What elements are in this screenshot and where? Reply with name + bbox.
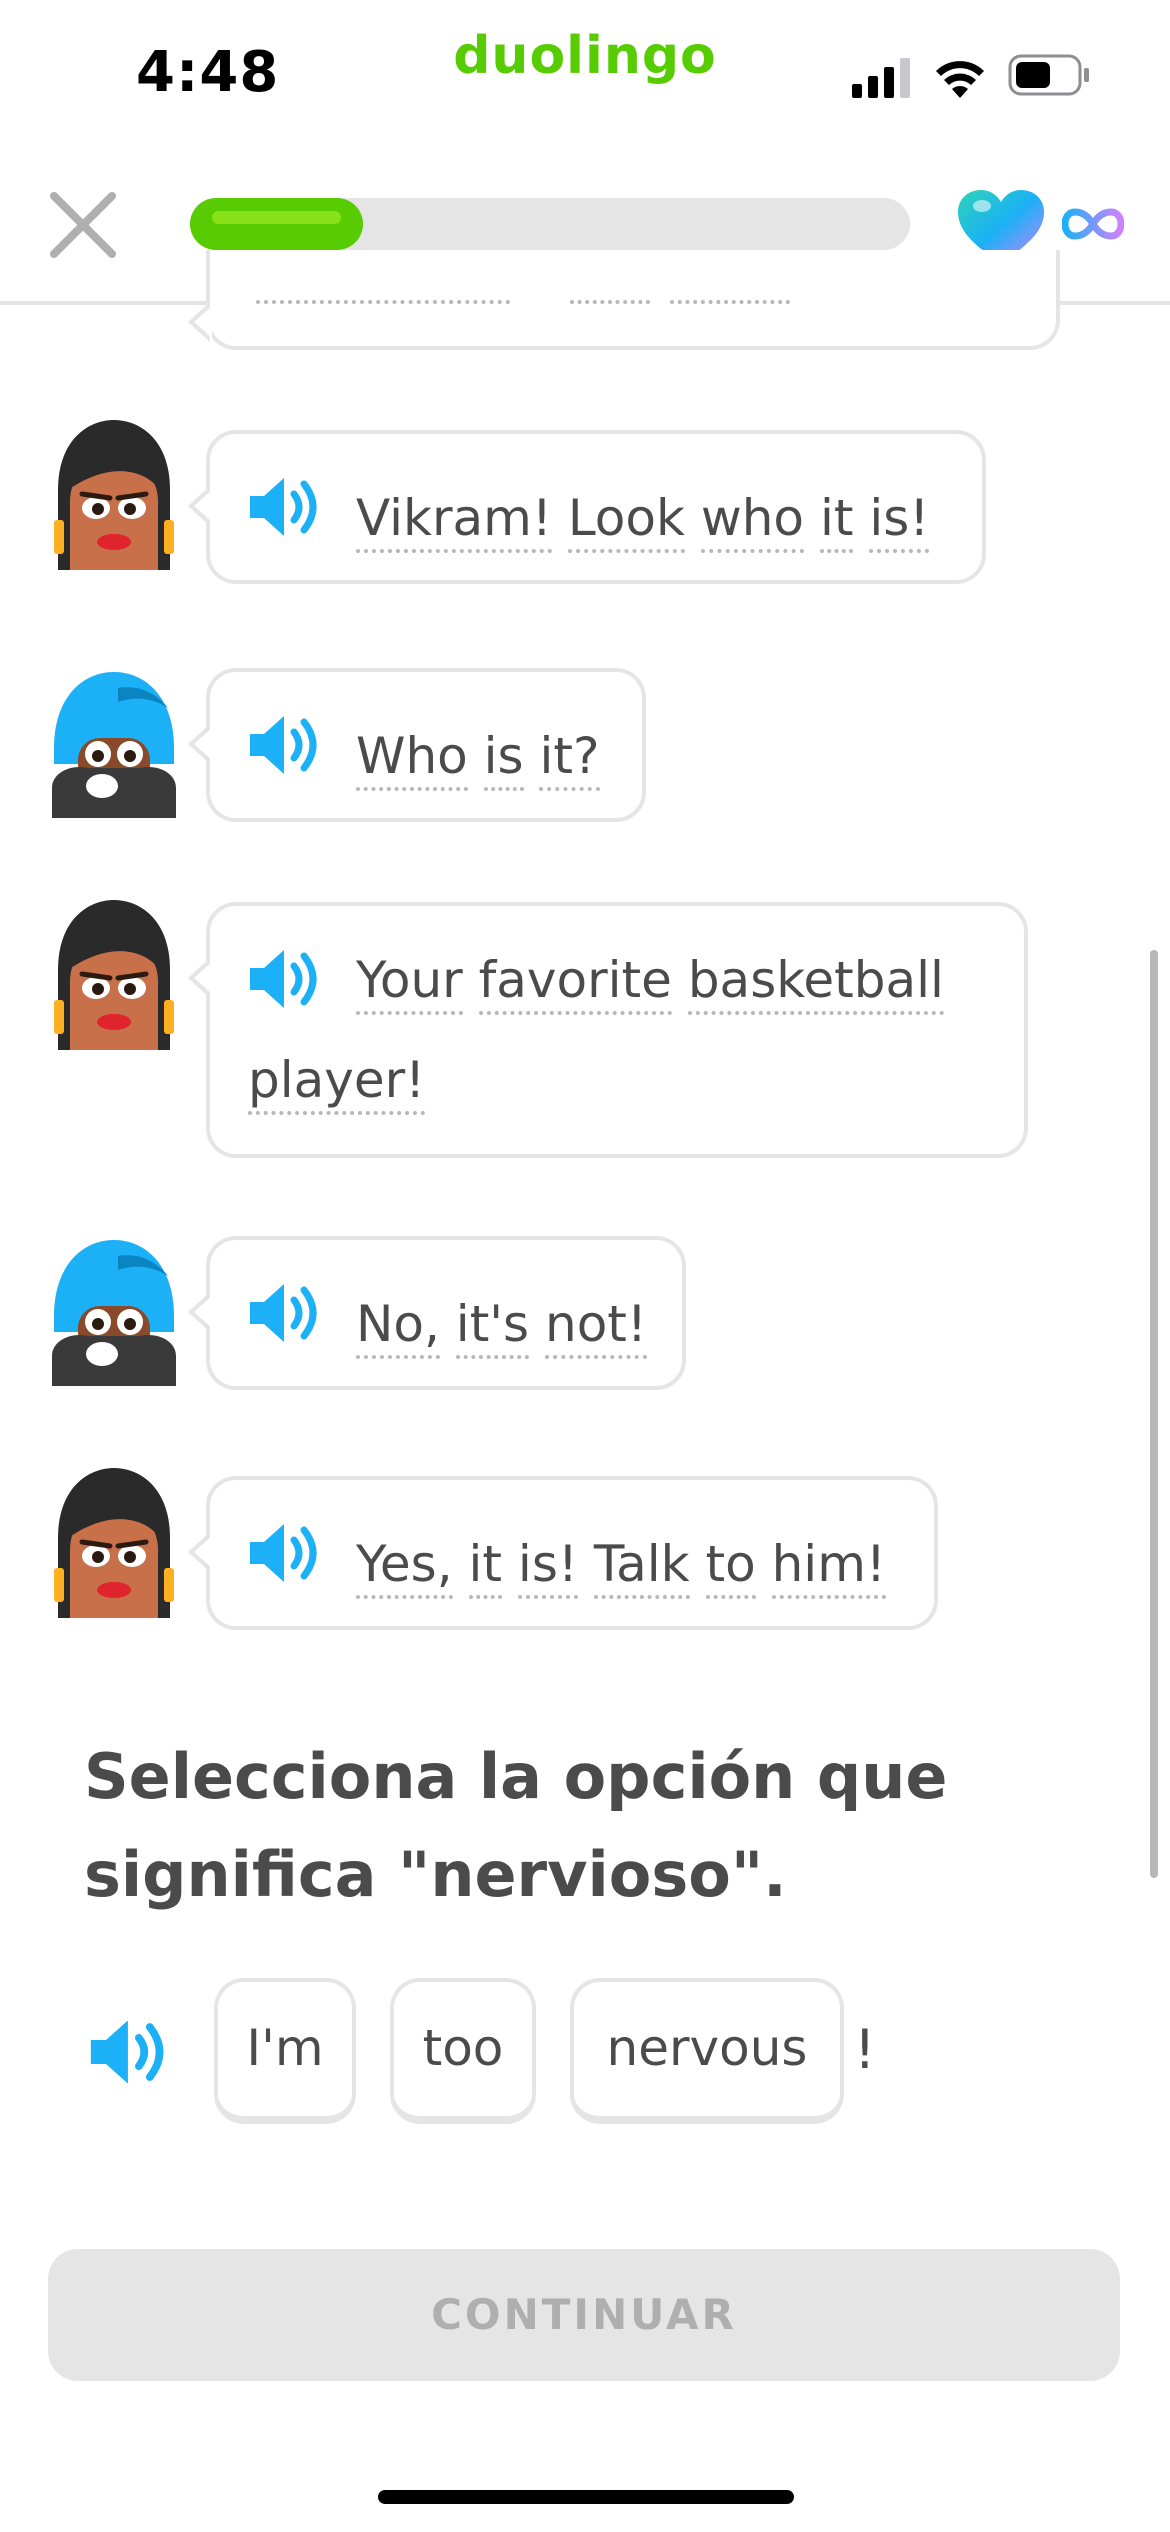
word[interactable]: not! bbox=[545, 1295, 647, 1359]
infinity-icon bbox=[1062, 208, 1124, 240]
option-chip[interactable]: I'm bbox=[214, 1978, 356, 2124]
bubble-text: Who is it? bbox=[356, 706, 616, 806]
avatar-woman bbox=[48, 420, 180, 570]
word[interactable]: is bbox=[483, 727, 524, 791]
speaker-icon[interactable] bbox=[246, 712, 324, 778]
word[interactable]: favorite bbox=[478, 951, 672, 1015]
word[interactable]: Yes, bbox=[356, 1535, 453, 1599]
previous-bubble bbox=[188, 250, 1060, 350]
avatar-woman bbox=[48, 1468, 180, 1618]
word[interactable]: him! bbox=[771, 1535, 886, 1599]
avatar-man bbox=[52, 1240, 176, 1386]
chat-bubble: Who is it? bbox=[188, 668, 646, 822]
previous-bubble-underline bbox=[570, 300, 650, 304]
avatar-woman bbox=[48, 900, 180, 1050]
brand-logo: duolingo bbox=[453, 26, 717, 86]
previous-bubble-underline bbox=[670, 300, 790, 304]
word[interactable]: who bbox=[700, 489, 805, 553]
bubble-text: Your favorite basketball player! bbox=[248, 930, 998, 1130]
answer-speaker-icon[interactable] bbox=[82, 2016, 176, 2088]
word[interactable]: Your bbox=[356, 951, 463, 1015]
word[interactable]: Talk bbox=[593, 1535, 690, 1599]
progress-shine bbox=[212, 211, 341, 224]
bubble-text: Yes, it is! Talk to him! bbox=[356, 1514, 908, 1614]
chat-bubble: Your favorite basketball player! bbox=[188, 902, 1028, 1158]
speaker-icon[interactable] bbox=[246, 1280, 324, 1346]
battery-icon bbox=[1008, 54, 1089, 96]
progress-fill bbox=[190, 198, 363, 250]
word[interactable]: Vikram! bbox=[356, 489, 552, 553]
word[interactable]: basketball bbox=[687, 951, 944, 1015]
scrollbar[interactable] bbox=[1150, 950, 1158, 1878]
continue-button[interactable]: CONTINUAR bbox=[48, 2249, 1120, 2381]
word[interactable]: it bbox=[819, 489, 854, 553]
option-chip[interactable]: too bbox=[390, 1978, 536, 2124]
previous-bubble-underline bbox=[256, 300, 356, 304]
word[interactable]: No, bbox=[356, 1295, 440, 1359]
word[interactable]: Look bbox=[567, 489, 685, 553]
previous-bubble-underline bbox=[360, 300, 510, 304]
prompt-title: Selecciona la opción que significa "nerv… bbox=[84, 1740, 948, 1911]
word[interactable]: to bbox=[705, 1535, 756, 1599]
chat-bubble: Yes, it is! Talk to him! bbox=[188, 1476, 938, 1630]
chat-bubble: No, it's not! bbox=[188, 1236, 686, 1390]
word[interactable]: is! bbox=[517, 1535, 578, 1599]
word[interactable]: Who bbox=[356, 727, 468, 791]
close-icon[interactable] bbox=[48, 190, 118, 260]
avatar-man bbox=[52, 672, 176, 818]
speaker-icon[interactable] bbox=[246, 1520, 324, 1586]
cellular-signal-icon bbox=[852, 58, 910, 98]
word[interactable]: is! bbox=[869, 489, 930, 553]
word[interactable]: it bbox=[468, 1535, 503, 1599]
word[interactable]: player! bbox=[248, 1051, 426, 1115]
bubble-text: No, it's not! bbox=[356, 1274, 656, 1374]
word[interactable]: it? bbox=[539, 727, 600, 791]
speaker-icon[interactable] bbox=[246, 474, 324, 540]
home-indicator[interactable] bbox=[378, 2490, 794, 2504]
option-chip[interactable]: nervous bbox=[570, 1978, 844, 2124]
bubble-text: Vikram! Look who it is! bbox=[356, 468, 956, 568]
word[interactable]: it's bbox=[455, 1295, 530, 1359]
wifi-icon bbox=[936, 61, 984, 98]
sentence-punctuation: ! bbox=[854, 2018, 876, 2081]
chat-bubble: Vikram! Look who it is! bbox=[188, 430, 986, 584]
